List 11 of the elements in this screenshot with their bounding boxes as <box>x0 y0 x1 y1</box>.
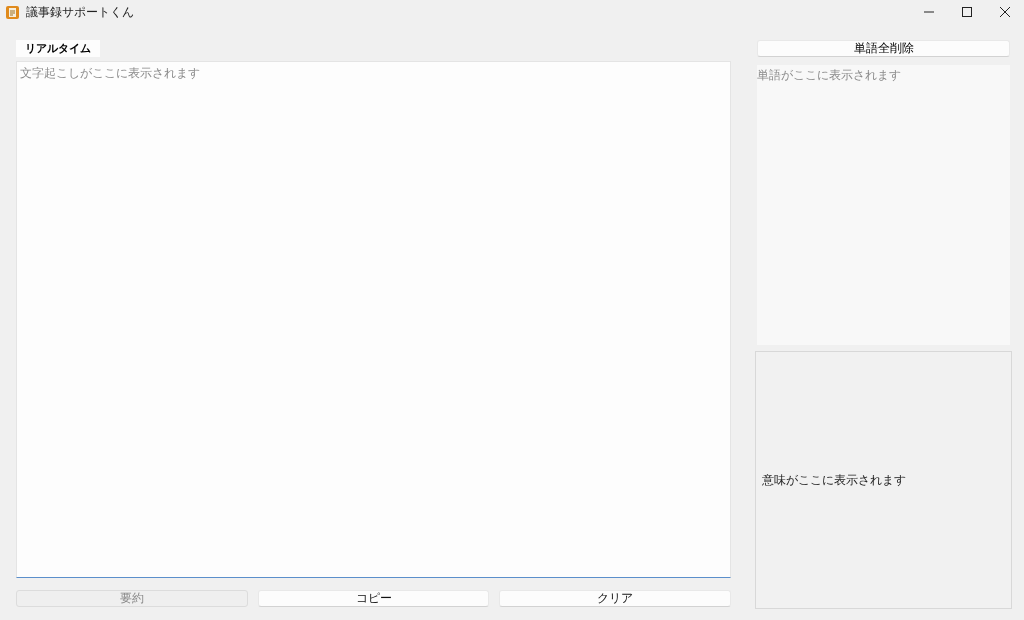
app-icon <box>6 5 19 19</box>
window-title: 議事録サポートくん <box>26 4 134 21</box>
meaning-text: 意味がここに表示されます <box>762 472 906 489</box>
action-button[interactable]: コピー <box>257 590 490 607</box>
word-list-field[interactable]: 単語がここに表示されます <box>757 65 1010 345</box>
transcript-field[interactable]: 文字起こしがここに表示されます <box>16 61 731 578</box>
close-icon <box>1000 7 1010 17</box>
tab[interactable]: リアルタイム <box>16 40 100 57</box>
maximize-icon <box>962 7 972 17</box>
clear-words-button[interactable]: 単語全削除 <box>757 40 1010 57</box>
action-button[interactable]: クリア <box>499 590 731 607</box>
